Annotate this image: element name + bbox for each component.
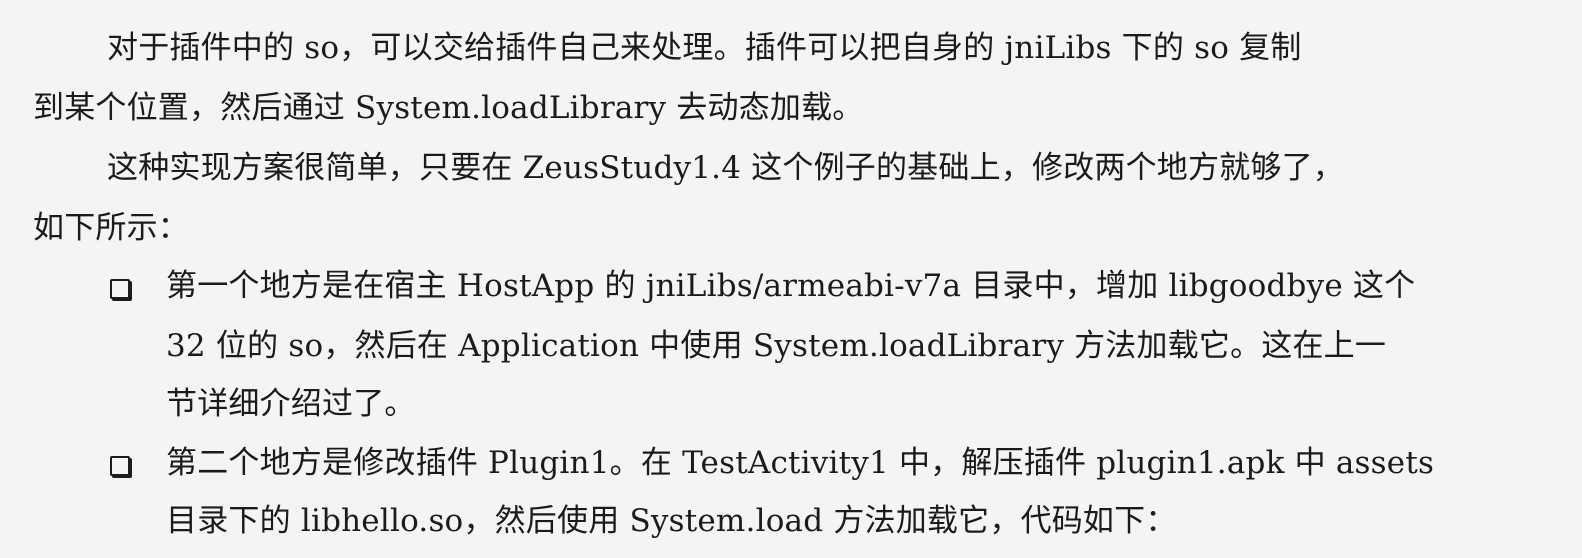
checkbox-bullet-icon — [110, 456, 130, 476]
document-page: 对于插件中的 so，可以交给插件自己来处理。插件可以把自身的 jniLibs 下… — [0, 0, 1582, 558]
checkbox-bullet-icon — [110, 279, 130, 299]
list-item-1-line-2: 32 位的 so，然后在 Application 中使用 System.load… — [166, 328, 1387, 364]
paragraph-2-line-1: 这种实现方案很简单，只要在 ZeusStudy1.4 这个例子的基础上，修改两个… — [107, 150, 1344, 186]
list-item-1-line-1: 第一个地方是在宿主 HostApp 的 jniLibs/armeabi-v7a … — [166, 268, 1416, 304]
list-item-2-line-2: 目录下的 libhello.so，然后使用 System.load 方法加载它，… — [166, 503, 1177, 539]
list-item-1-line-3: 节详细介绍过了。 — [166, 386, 416, 422]
paragraph-1-line-2: 到某个位置，然后通过 System.loadLibrary 去动态加载。 — [33, 90, 864, 126]
list-item-2-line-1: 第二个地方是修改插件 Plugin1。在 TestActivity1 中，解压插… — [166, 445, 1435, 481]
paragraph-2-line-2: 如下所示： — [33, 210, 189, 246]
paragraph-1-line-1: 对于插件中的 so，可以交给插件自己来处理。插件可以把自身的 jniLibs 下… — [107, 30, 1302, 66]
